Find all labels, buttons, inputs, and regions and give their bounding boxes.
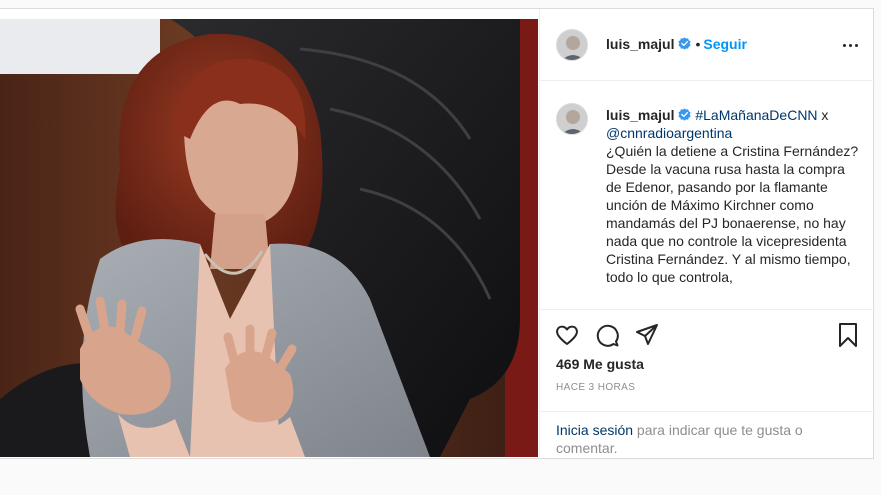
bookmark-icon[interactable] xyxy=(835,322,861,348)
mention-link[interactable]: @cnnradioargentina xyxy=(606,125,732,141)
caption-username[interactable]: luis_majul xyxy=(606,107,674,123)
post-card: luis_majul • Seguir luis_majul #LaMañanaDe… xyxy=(0,8,875,460)
hashtag-link[interactable]: #LaMañanaDeCNN xyxy=(695,107,817,123)
login-link[interactable]: Inicia sesión xyxy=(556,422,633,438)
header-user-line: luis_majul • Seguir xyxy=(606,36,747,54)
heart-icon[interactable] xyxy=(554,322,580,348)
separator-dot: • xyxy=(695,36,701,52)
avatar-image xyxy=(557,30,587,60)
photo-illustration xyxy=(0,19,538,457)
caption-body: ¿Quién la detiene a Cristina Fernández? … xyxy=(606,143,859,285)
avatar-image xyxy=(557,104,587,134)
verified-badge-icon xyxy=(678,37,692,50)
post-photo[interactable] xyxy=(0,19,538,457)
comment-icon[interactable] xyxy=(594,322,620,348)
post-side-panel: luis_majul • Seguir luis_majul #LaMañanaDe… xyxy=(539,9,875,460)
caption-text: luis_majul #LaMañanaDeCNN x @cnnradioarg… xyxy=(606,106,861,286)
caption-avatar[interactable] xyxy=(556,103,588,135)
post-timestamp[interactable]: HACE 3 HORAS xyxy=(556,382,635,393)
avatar[interactable] xyxy=(556,29,588,61)
post-header: luis_majul • Seguir xyxy=(540,9,875,81)
like-count[interactable]: 469 Me gusta xyxy=(556,356,644,372)
page-background xyxy=(0,459,881,495)
more-options-icon[interactable] xyxy=(841,37,859,53)
post-actions: 469 Me gusta HACE 3 HORAS xyxy=(540,309,875,411)
header-username[interactable]: luis_majul xyxy=(606,36,674,52)
verified-badge-icon xyxy=(678,108,692,121)
login-prompt: Inicia sesión para indicar que te gusta … xyxy=(540,411,875,460)
caption-area: luis_majul #LaMañanaDeCNN x @cnnradioarg… xyxy=(540,81,875,309)
follow-button[interactable]: Seguir xyxy=(703,36,747,52)
caption-connector: x xyxy=(817,107,829,123)
share-icon[interactable] xyxy=(634,322,660,348)
